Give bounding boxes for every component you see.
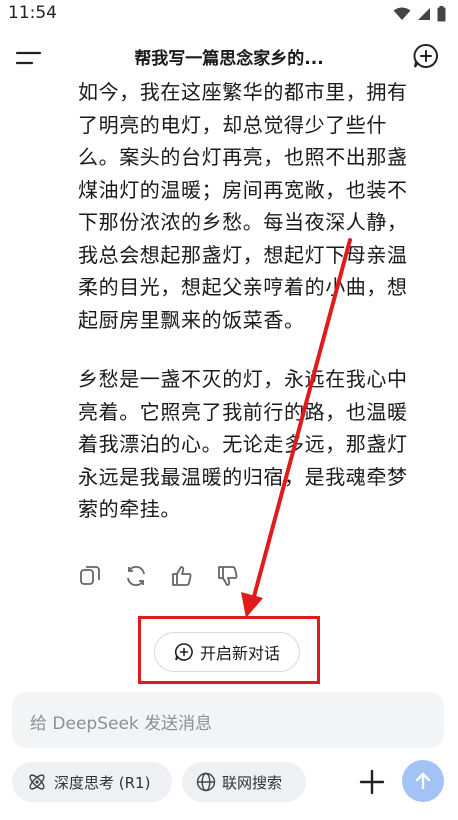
status-time: 11:54 xyxy=(8,3,57,23)
atom-icon xyxy=(29,774,45,790)
status-bar: 11:54 xyxy=(0,0,458,30)
assistant-message: 如今，我在这座繁华的都市里，拥有了明亮的电灯，却总觉得少了些什么。案头的台灯再亮… xyxy=(78,76,423,553)
status-icons xyxy=(393,6,446,22)
send-button[interactable] xyxy=(402,760,444,802)
menu-icon[interactable] xyxy=(14,46,44,70)
chat-title: 帮我写一篇思念家乡的... xyxy=(134,49,324,69)
thumbs-down-icon[interactable] xyxy=(216,564,240,588)
add-attachment-icon[interactable] xyxy=(356,766,388,798)
copy-icon[interactable] xyxy=(78,564,102,588)
regenerate-icon[interactable] xyxy=(124,564,148,588)
battery-icon xyxy=(437,6,446,22)
chat-header: 帮我写一篇思念家乡的... xyxy=(0,38,458,78)
message-input[interactable]: 给 DeepSeek 发送消息 xyxy=(12,692,444,748)
message-paragraph: 如今，我在这座繁华的都市里，拥有了明亮的电灯，却总觉得少了些什么。案头的台灯再亮… xyxy=(78,80,408,332)
message-paragraph: 乡愁是一盏不灭的灯，永远在我心中亮着。它照亮了我前行的路，也温暖着我漂泊的心。无… xyxy=(78,367,408,521)
message-actions xyxy=(78,564,240,588)
thumbs-up-icon[interactable] xyxy=(170,564,194,588)
highlight-box xyxy=(138,616,320,684)
deep-think-toggle[interactable]: 深度思考 (R1) xyxy=(12,762,172,802)
globe-icon xyxy=(196,772,216,792)
composer-toolbar: 深度思考 (R1) 联网搜索 xyxy=(0,760,458,804)
web-search-label: 联网搜索 xyxy=(222,773,283,792)
signal-icon xyxy=(418,8,430,20)
new-chat-icon[interactable] xyxy=(412,42,440,70)
input-placeholder: 给 DeepSeek 发送消息 xyxy=(30,714,213,734)
web-search-toggle[interactable]: 联网搜索 xyxy=(182,762,306,802)
arrow-up-icon xyxy=(415,772,431,790)
wifi-icon xyxy=(393,7,411,20)
deep-think-label: 深度思考 (R1) xyxy=(54,773,151,792)
